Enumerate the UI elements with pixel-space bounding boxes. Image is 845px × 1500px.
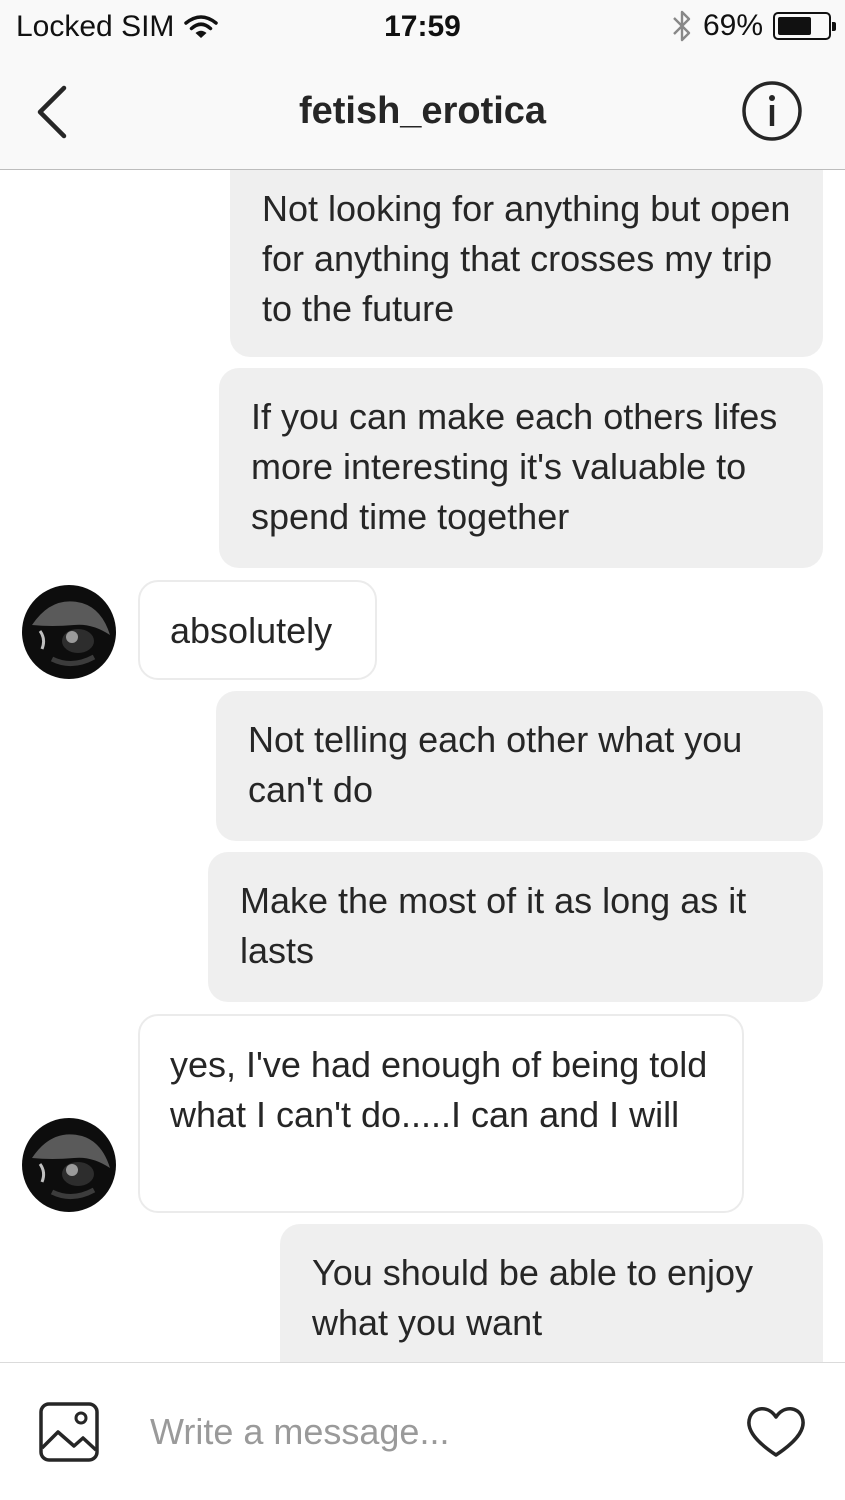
- message-text: Make the most of it as long as it lasts: [240, 880, 747, 971]
- outgoing-message[interactable]: If you can make each others lifes more i…: [219, 368, 823, 568]
- nav-bar: fetish_erotica: [0, 56, 845, 170]
- outgoing-message[interactable]: Not looking for anything but open for an…: [230, 170, 823, 357]
- message-input[interactable]: [150, 1407, 710, 1457]
- message-text: absolutely: [170, 610, 333, 651]
- avatar-image: [22, 1118, 116, 1212]
- outgoing-message[interactable]: Not telling each other what you can't do: [216, 691, 823, 841]
- incoming-message[interactable]: yes, I've had enough of being told what …: [138, 1014, 744, 1213]
- avatar[interactable]: [22, 1118, 116, 1212]
- bluetooth-icon: [673, 10, 691, 42]
- message-text: Not telling each other what you can't do: [248, 719, 743, 810]
- message-text: If you can make each others lifes more i…: [251, 396, 778, 537]
- heart-icon[interactable]: [744, 1399, 808, 1463]
- status-bar: Locked SIM 17:59 69%: [0, 0, 845, 56]
- image-icon[interactable]: [38, 1401, 100, 1463]
- status-right: 69%: [671, 8, 836, 44]
- message-text: Not looking for anything but open for an…: [262, 188, 791, 329]
- incoming-message[interactable]: absolutely: [138, 580, 377, 680]
- top-bar: Locked SIM 17:59 69% fetish_erotica: [0, 0, 845, 170]
- battery-level: [778, 17, 812, 35]
- battery-icon: [773, 12, 836, 40]
- avatar[interactable]: [22, 585, 116, 679]
- avatar-image: [22, 585, 116, 679]
- info-circle-icon[interactable]: [741, 80, 803, 142]
- message-composer: [0, 1362, 845, 1500]
- message-text: yes, I've had enough of being told what …: [170, 1044, 708, 1135]
- outgoing-message[interactable]: Make the most of it as long as it lasts: [208, 852, 823, 1002]
- battery-percent: 69%: [702, 9, 763, 42]
- message-thread[interactable]: Not looking for anything but open for an…: [0, 170, 845, 1362]
- message-text: You should be able to enjoy what you wan…: [312, 1252, 754, 1343]
- conversation-title[interactable]: fetish_erotica: [0, 90, 845, 133]
- outgoing-message[interactable]: You should be able to enjoy what you wan…: [280, 1224, 823, 1362]
